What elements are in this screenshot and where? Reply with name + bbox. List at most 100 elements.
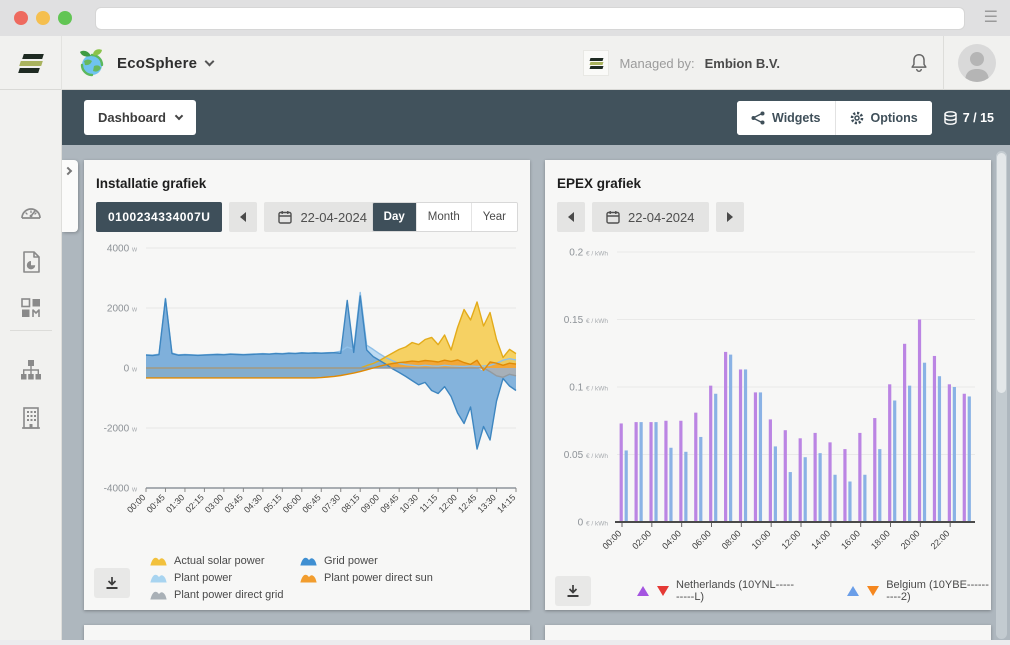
browser-chrome: ☰ bbox=[0, 0, 1010, 36]
embion-logo[interactable] bbox=[0, 36, 62, 90]
embion-mini-logo-icon bbox=[583, 50, 609, 76]
sidebar-item-buildings[interactable] bbox=[0, 400, 62, 436]
sidebar bbox=[0, 90, 62, 645]
svg-text:22:00: 22:00 bbox=[929, 528, 952, 551]
notifications-bell-icon[interactable] bbox=[908, 52, 930, 74]
svg-text:09:00: 09:00 bbox=[359, 492, 382, 515]
installatie-grafiek-widget: Installatie grafiek 0100234334007U 22-04… bbox=[84, 160, 530, 610]
window-bottom-edge bbox=[0, 640, 1010, 645]
minimize-window-button[interactable] bbox=[36, 11, 50, 25]
device-serial-chip[interactable]: 0100234334007U bbox=[96, 202, 222, 232]
date-picker-button[interactable]: 22-04-2024 bbox=[264, 202, 381, 232]
chevron-right-icon bbox=[64, 167, 72, 175]
report-document-icon bbox=[20, 250, 42, 274]
svg-text:0 € / kWh: 0 € / kWh bbox=[578, 518, 609, 529]
sidebar-expander-tab[interactable] bbox=[62, 160, 78, 232]
workspace-switcher[interactable]: EcoSphere bbox=[78, 36, 213, 90]
legend-item[interactable]: Netherlands (10YNL----------L) bbox=[637, 582, 797, 599]
scrollbar-track[interactable] bbox=[996, 151, 1007, 639]
ecosphere-globe-icon bbox=[78, 48, 108, 78]
download-button[interactable] bbox=[555, 576, 591, 606]
legend-label: Netherlands (10YNL----------L) bbox=[676, 579, 797, 603]
browser-menu-icon[interactable]: ☰ bbox=[984, 8, 998, 28]
dashboard-bar: Dashboard Widgets bbox=[62, 90, 1010, 145]
legend-label: Plant power direct sun bbox=[324, 572, 433, 584]
header-divider bbox=[943, 36, 944, 90]
options-button[interactable]: Options bbox=[835, 101, 932, 135]
download-button[interactable] bbox=[94, 568, 130, 598]
chevron-down-icon bbox=[175, 111, 183, 119]
legend-item[interactable]: Belgium (10YBE----------2) bbox=[847, 582, 991, 599]
sidebar-item-sitemap[interactable] bbox=[0, 352, 62, 388]
content-area: Installatie grafiek 0100234334007U 22-04… bbox=[62, 145, 1010, 645]
sitemap-icon bbox=[19, 358, 43, 382]
legend-label: Plant power direct grid bbox=[174, 589, 283, 601]
layers-icon bbox=[944, 111, 957, 125]
svg-text:00:00: 00:00 bbox=[600, 528, 623, 551]
svg-text:05:15: 05:15 bbox=[261, 492, 284, 515]
installatie-chart[interactable]: 4000 w2000 w0 w-2000 w-4000 w00:0000:450… bbox=[94, 236, 520, 548]
svg-text:00:00: 00:00 bbox=[125, 492, 148, 515]
widgets-icon bbox=[751, 111, 765, 125]
download-icon bbox=[104, 575, 120, 591]
managed-by-label: Managed by: bbox=[619, 56, 694, 71]
svg-text:06:00: 06:00 bbox=[281, 492, 304, 515]
installatie-controls: 0100234334007U 22-04-2024 bbox=[96, 202, 416, 232]
sidebar-item-widgets[interactable] bbox=[0, 290, 62, 326]
svg-text:-4000 w: -4000 w bbox=[104, 484, 138, 495]
chevron-down-icon bbox=[205, 56, 215, 66]
arrow-right-icon bbox=[727, 212, 733, 222]
tab-year[interactable]: Year bbox=[471, 203, 517, 231]
widgets-button[interactable]: Widgets bbox=[737, 101, 835, 135]
epex-legend: Netherlands (10YNL----------L) Belgium (1… bbox=[637, 582, 991, 599]
close-window-button[interactable] bbox=[14, 11, 28, 25]
svg-text:04:00: 04:00 bbox=[660, 528, 683, 551]
gear-icon bbox=[850, 111, 864, 125]
svg-text:04:30: 04:30 bbox=[242, 492, 265, 515]
legend-label: Belgium (10YBE----------2) bbox=[886, 579, 991, 603]
avatar-silhouette-icon bbox=[958, 44, 996, 82]
svg-text:03:00: 03:00 bbox=[203, 492, 226, 515]
sidebar-item-reports[interactable] bbox=[0, 244, 62, 280]
epex-chart[interactable]: 0.2 € / kWh0.15 € / kWh0.1 € / kWh0.05 €… bbox=[555, 240, 977, 570]
installatie-legend-col1: Actual solar powerPlant power Plant power… bbox=[150, 552, 283, 603]
legend-item[interactable]: Plant power direct grid bbox=[150, 586, 283, 603]
options-button-label: Options bbox=[871, 111, 918, 125]
date-picker-button[interactable]: 22-04-2024 bbox=[592, 202, 709, 232]
svg-text:14:00: 14:00 bbox=[809, 528, 832, 551]
triangle-down-icon bbox=[867, 586, 879, 596]
widget-title: Installatie grafiek bbox=[96, 176, 206, 191]
svg-text:0.05 € / kWh: 0.05 € / kWh bbox=[564, 450, 609, 461]
triangle-up-icon bbox=[847, 586, 859, 596]
scrollbar-thumb[interactable] bbox=[997, 153, 1006, 393]
tab-day[interactable]: Day bbox=[373, 203, 416, 231]
brand-name: EcoSphere bbox=[117, 55, 197, 72]
epex-grafiek-widget: EPEX grafiek 22-04-2024 0.2 € / kWh0.15 … bbox=[545, 160, 991, 610]
legend-item[interactable]: Actual solar power bbox=[150, 552, 283, 569]
legend-item[interactable]: Plant power bbox=[150, 569, 283, 586]
dashboard-selector[interactable]: Dashboard bbox=[84, 100, 196, 135]
widget-title: EPEX grafiek bbox=[557, 176, 641, 191]
tab-month[interactable]: Month bbox=[416, 203, 471, 231]
svg-text:01:30: 01:30 bbox=[164, 492, 187, 515]
widget-count-badge: 7 / 15 bbox=[944, 111, 994, 125]
legend-item[interactable]: Plant power direct sun bbox=[300, 569, 433, 586]
legend-item[interactable]: Grid power bbox=[300, 552, 433, 569]
maximize-window-button[interactable] bbox=[58, 11, 72, 25]
dashboard-selector-label: Dashboard bbox=[98, 110, 166, 125]
svg-text:12:00: 12:00 bbox=[437, 492, 460, 515]
triangle-down-icon bbox=[657, 586, 669, 596]
svg-text:10:00: 10:00 bbox=[750, 528, 773, 551]
address-bar[interactable] bbox=[95, 7, 965, 30]
svg-text:06:45: 06:45 bbox=[300, 492, 323, 515]
svg-text:03:45: 03:45 bbox=[222, 492, 245, 515]
svg-text:-2000 w: -2000 w bbox=[104, 424, 138, 435]
svg-text:0.2 € / kWh: 0.2 € / kWh bbox=[569, 248, 608, 259]
prev-date-button[interactable] bbox=[557, 202, 585, 232]
prev-date-button[interactable] bbox=[229, 202, 257, 232]
sidebar-item-dashboard[interactable] bbox=[0, 195, 62, 231]
download-icon bbox=[565, 583, 581, 599]
epex-controls: 22-04-2024 bbox=[557, 202, 744, 232]
user-avatar[interactable] bbox=[958, 44, 996, 82]
next-date-button[interactable] bbox=[716, 202, 744, 232]
